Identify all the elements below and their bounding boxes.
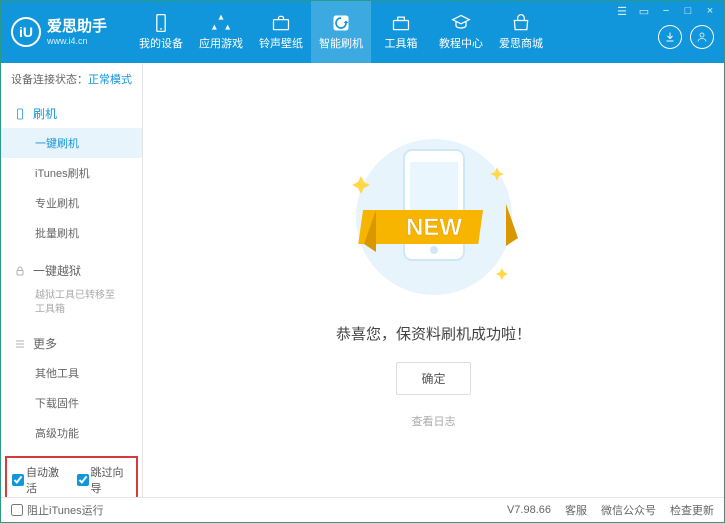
phone-icon (151, 13, 171, 33)
download-button[interactable] (658, 25, 682, 49)
logo-icon: iU (11, 17, 41, 47)
sidebar-jailbreak-section: 一键越狱 越狱工具已转移至 工具箱 (1, 252, 142, 325)
sidebar-head-label: 一键越狱 (33, 262, 81, 279)
sidebar-bottom: 自动激活 跳过向导 iPhone 12 mini 64GB Down-12min… (1, 452, 142, 497)
options-highlight-box: 自动激活 跳过向导 (5, 456, 138, 497)
menu-icon[interactable]: ☰ (614, 4, 630, 18)
status-bar: 阻止iTunes运行 V7.98.66 客服 微信公众号 检查更新 (1, 497, 724, 522)
list-icon (13, 337, 27, 351)
nav-label: 铃声壁纸 (259, 35, 303, 51)
brand-url: www.i4.cn (47, 36, 107, 46)
nav-ringtones[interactable]: 铃声壁纸 (251, 1, 311, 63)
skip-guide-checkbox[interactable]: 跳过向导 (77, 464, 132, 496)
banner-text: NEW (406, 214, 462, 241)
nav-tutorials[interactable]: 教程中心 (431, 1, 491, 63)
toolbox-icon (391, 13, 411, 33)
apps-icon (211, 13, 231, 33)
lock-icon (13, 264, 27, 278)
sidebar-item-download-fw[interactable]: 下载固件 (1, 388, 142, 418)
block-itunes-checkbox[interactable]: 阻止iTunes运行 (11, 502, 104, 518)
nav-toolbox[interactable]: 工具箱 (371, 1, 431, 63)
sidebar: 设备连接状态：正常模式 刷机 一键刷机 iTunes刷机 专业刷机 批量刷机 一… (1, 63, 143, 497)
auto-activate-checkbox[interactable]: 自动激活 (12, 464, 67, 496)
nav-label: 爱思商城 (499, 35, 543, 51)
skin-icon[interactable]: ▭ (636, 4, 652, 18)
brand: iU 爱思助手 www.i4.cn (1, 1, 131, 63)
checkbox-label: 跳过向导 (91, 464, 132, 496)
body: 设备连接状态：正常模式 刷机 一键刷机 iTunes刷机 专业刷机 批量刷机 一… (1, 63, 724, 497)
sidebar-flash-head[interactable]: 刷机 (1, 99, 142, 128)
footer-right: V7.98.66 客服 微信公众号 检查更新 (507, 502, 714, 518)
phone-icon (13, 107, 27, 121)
nav-flash[interactable]: 智能刷机 (311, 1, 371, 63)
nav-label: 应用游戏 (199, 35, 243, 51)
store-icon (511, 13, 531, 33)
sidebar-item-other-tools[interactable]: 其他工具 (1, 358, 142, 388)
nav-label: 工具箱 (385, 35, 418, 51)
briefcase-icon (271, 13, 291, 33)
sidebar-item-pro-flash[interactable]: 专业刷机 (1, 188, 142, 218)
checkbox-label: 阻止iTunes运行 (27, 502, 104, 518)
app-window: iU 爱思助手 www.i4.cn 我的设备 应用游戏 铃声壁纸 智能刷机 (0, 0, 725, 523)
checkbox-label: 自动激活 (26, 464, 67, 496)
nav-apps[interactable]: 应用游戏 (191, 1, 251, 63)
version-label: V7.98.66 (507, 504, 551, 516)
graduation-icon (451, 13, 471, 33)
nav-label: 智能刷机 (319, 35, 363, 51)
sidebar-item-itunes-flash[interactable]: iTunes刷机 (1, 158, 142, 188)
title-bar: iU 爱思助手 www.i4.cn 我的设备 应用游戏 铃声壁纸 智能刷机 (1, 1, 724, 63)
success-illustration: NEW (334, 132, 534, 305)
sidebar-item-advanced[interactable]: 高级功能 (1, 418, 142, 448)
success-message: 恭喜您，保资料刷机成功啦！ (336, 323, 531, 344)
nav-my-device[interactable]: 我的设备 (131, 1, 191, 63)
sidebar-flash-section: 刷机 一键刷机 iTunes刷机 专业刷机 批量刷机 (1, 95, 142, 252)
nav-label: 教程中心 (439, 35, 483, 51)
user-button[interactable] (690, 25, 714, 49)
sidebar-more-head[interactable]: 更多 (1, 329, 142, 358)
sidebar-head-label: 刷机 (33, 105, 57, 122)
main-content: NEW 恭喜您，保资料刷机成功啦！ 确定 查看日志 (143, 63, 724, 497)
brand-name: 爱思助手 (47, 18, 107, 36)
sidebar-item-oneclick-flash[interactable]: 一键刷机 (1, 128, 142, 158)
wechat-link[interactable]: 微信公众号 (601, 502, 656, 518)
nav-store[interactable]: 爱思商城 (491, 1, 551, 63)
view-log-link[interactable]: 查看日志 (412, 413, 456, 429)
close-icon[interactable]: × (702, 4, 718, 18)
nav-label: 我的设备 (139, 35, 183, 51)
sidebar-more-section: 更多 其他工具 下载固件 高级功能 (1, 325, 142, 452)
conn-label: 设备连接状态： (11, 74, 88, 86)
maximize-icon[interactable]: □ (680, 4, 696, 18)
connection-status: 设备连接状态：正常模式 (1, 63, 142, 95)
refresh-icon (331, 13, 351, 33)
header-right (658, 25, 714, 49)
minimize-icon[interactable]: − (658, 4, 674, 18)
support-link[interactable]: 客服 (565, 502, 587, 518)
confirm-button[interactable]: 确定 (396, 362, 470, 395)
jailbreak-note: 越狱工具已转移至 工具箱 (1, 285, 142, 321)
window-controls: ☰ ▭ − □ × (614, 4, 718, 18)
check-update-link[interactable]: 检查更新 (670, 502, 714, 518)
sidebar-item-batch-flash[interactable]: 批量刷机 (1, 218, 142, 248)
sidebar-head-label: 更多 (33, 335, 57, 352)
sidebar-jailbreak-head[interactable]: 一键越狱 (1, 256, 142, 285)
conn-value: 正常模式 (88, 74, 132, 86)
